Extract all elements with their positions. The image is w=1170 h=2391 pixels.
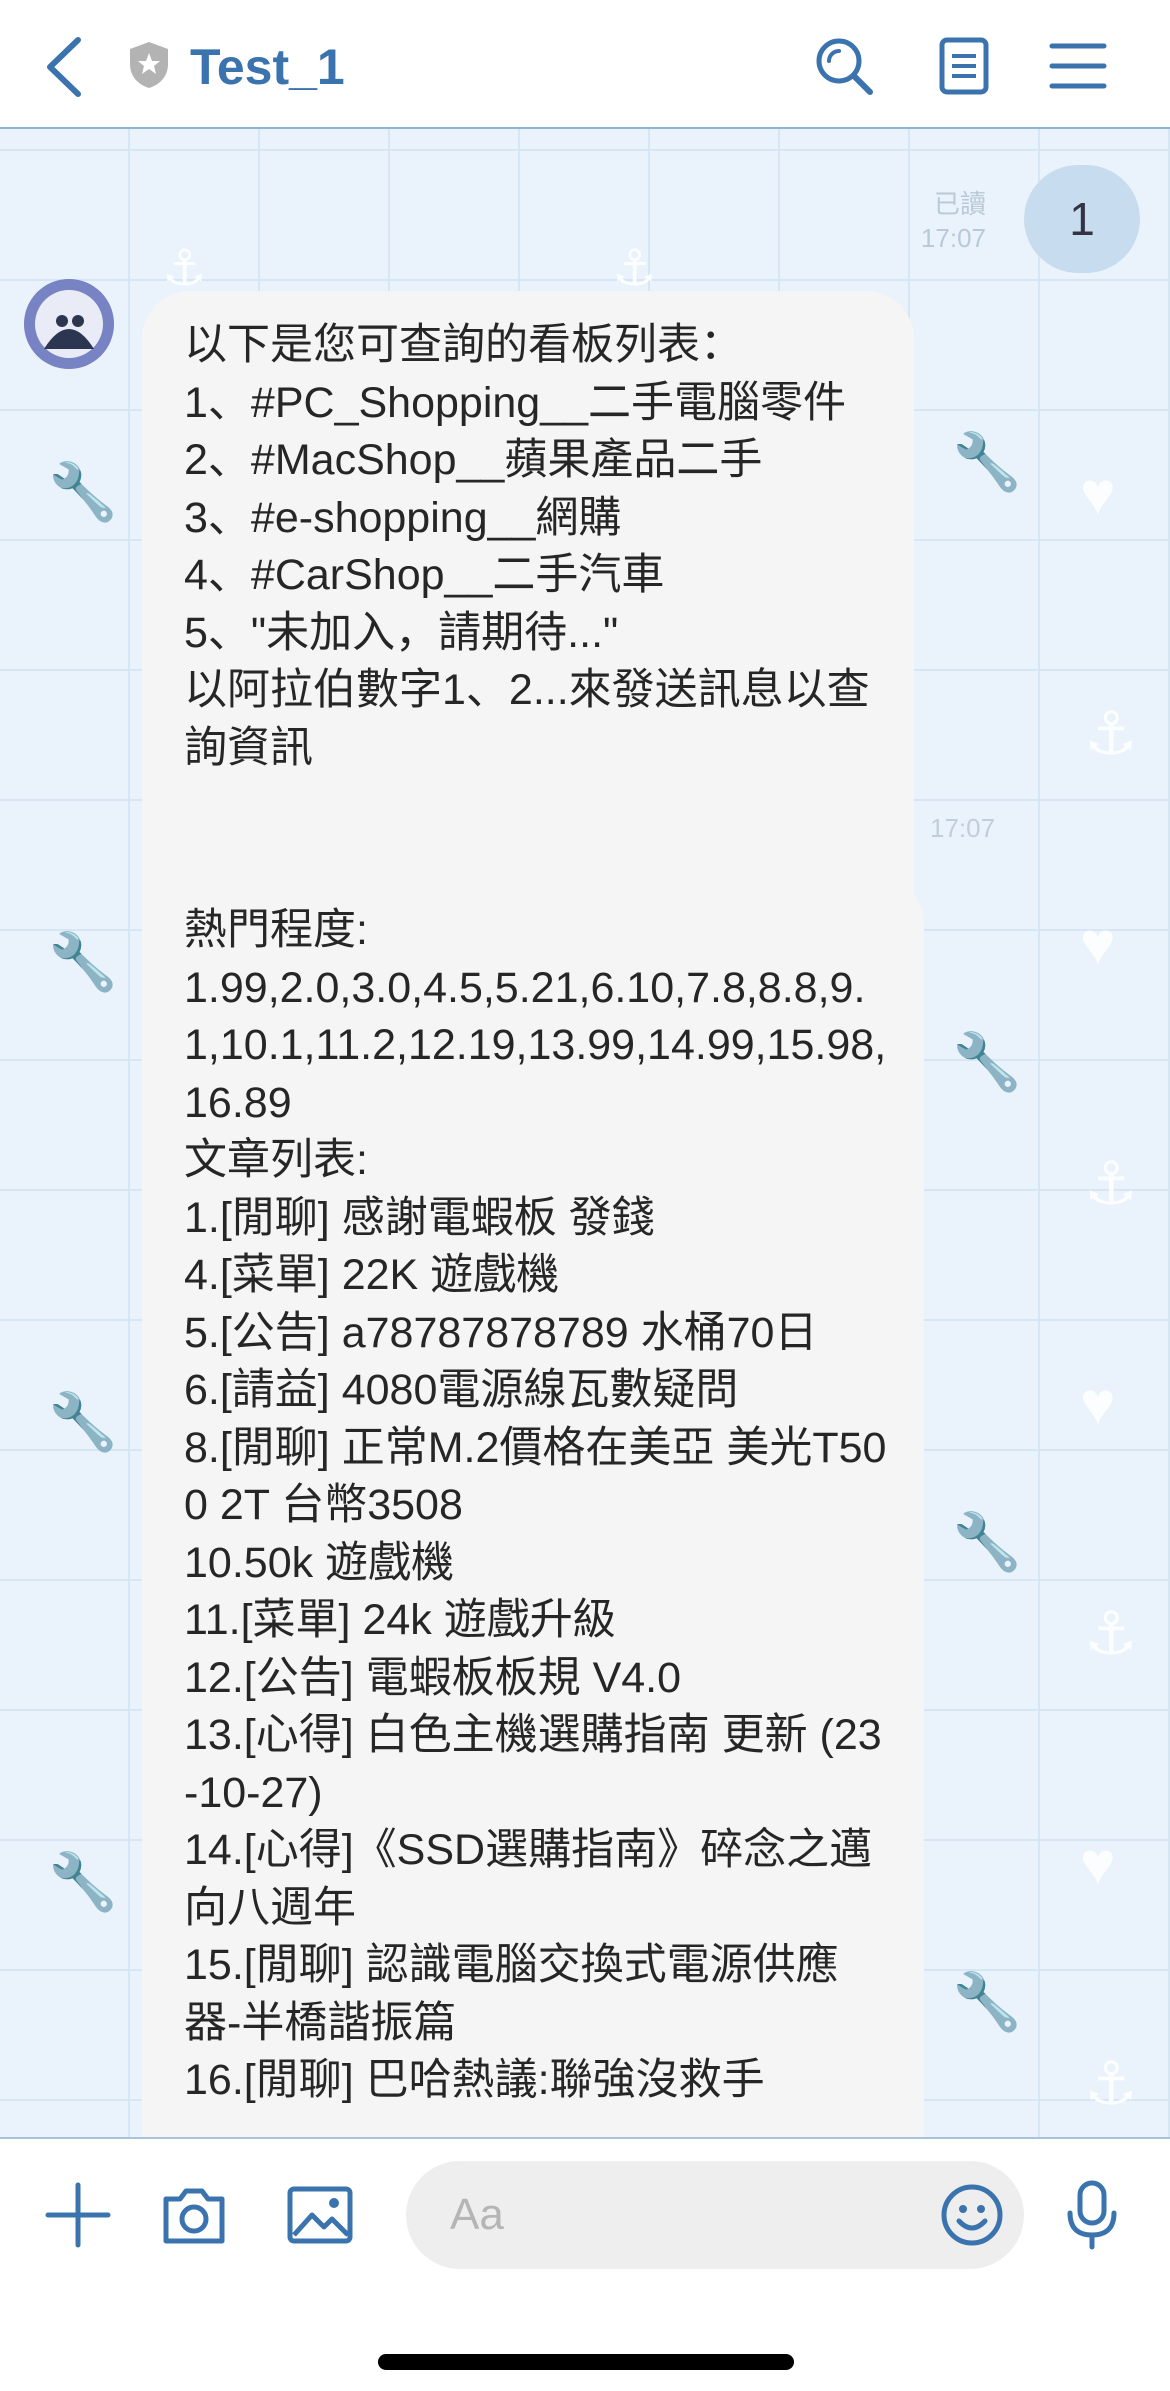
notes-icon[interactable]	[932, 34, 996, 98]
message-line: 16.[閒聊] 巴哈熱議:聯強沒救手	[184, 2056, 765, 2104]
message-line: 熱門程度:	[184, 906, 368, 954]
message-line: 以阿拉伯數字1、2...來發送訊息以查詢資訊	[184, 666, 870, 772]
home-indicator[interactable]	[378, 2354, 794, 2370]
shield-icon	[130, 42, 168, 88]
message-line: 3、#e-shopping__網購	[184, 493, 622, 542]
anchor-icon: ⚓	[612, 240, 657, 296]
heart-icon: ♥	[1080, 910, 1116, 977]
message-line: 14.[心得]《SSD選購指南》碎念之邁向八週年	[184, 1826, 873, 1932]
message-line: 以下是您可查詢的看板列表：	[184, 321, 743, 369]
anchor-icon: ⚓	[1084, 2050, 1138, 2117]
wrench-icon: 🔧	[952, 1510, 1022, 1573]
search-icon[interactable]	[812, 34, 876, 98]
wrench-icon: 🔧	[48, 460, 118, 523]
anchor-icon: ⚓	[1084, 700, 1138, 767]
message-line: 1.[閒聊] 感謝電蝦板 發錢	[184, 1193, 655, 1242]
message-line: 1、#PC_Shopping__二手電腦零件	[184, 378, 847, 427]
wrench-icon: 🔧	[48, 930, 118, 993]
wrench-icon: 🔧	[952, 430, 1022, 493]
message-line: 4.[菜單] 22K 遊戲機	[184, 1251, 560, 1299]
incoming-message-bubble[interactable]: 熱門程度: 1.99,2.0,3.0,4.5,5.21,6.10,7.8,8.8…	[142, 876, 924, 2137]
message-line: 4、#CarShop__二手汽車	[184, 551, 665, 599]
anchor-icon: ⚓	[162, 240, 207, 296]
read-receipt: 已讀 17:07	[920, 189, 986, 253]
wrench-icon: 🔧	[952, 1030, 1022, 1093]
avatar[interactable]	[24, 279, 114, 369]
heart-icon: ♥	[1080, 460, 1116, 527]
wrench-icon: 🔧	[48, 1850, 118, 1913]
microphone-icon[interactable]	[1060, 2179, 1124, 2251]
anchor-icon: ⚓	[1084, 1600, 1138, 1667]
heart-icon: ♥	[1080, 1830, 1116, 1897]
message-line: 12.[公告] 電蝦板板規 V4.0	[184, 1653, 682, 1702]
chat-header: Test_1	[0, 0, 1170, 129]
heart-icon: ♥	[1080, 1370, 1116, 1437]
message-line: 13.[心得] 白色主機選購指南 更新 (23-10-27)	[184, 1711, 882, 1817]
message-line: 2、#MacShop__蘋果產品二手	[184, 436, 763, 484]
camera-icon[interactable]	[158, 2179, 230, 2251]
chat-area[interactable]: ♥ ♥ ♥ ♥ ⚓ ⚓ ⚓ ⚓ ⚓ ⚓ 🔧 🔧 🔧 🔧 🔧 🔧 🔧 🔧 已讀 1…	[0, 129, 1170, 2137]
back-chevron-icon[interactable]	[40, 32, 90, 102]
message-line: 15.[閒聊] 認識電腦交換式電源供應器-半橋諧振篇	[184, 1941, 839, 2047]
message-line: 1.99,2.0,3.0,4.5,5.21,6.10,7.8,8.8,9.1,1…	[184, 963, 887, 1127]
outgoing-message-bubble[interactable]: 1	[1024, 165, 1140, 273]
message-input[interactable]	[406, 2161, 1024, 2269]
chat-title: Test_1	[190, 39, 345, 95]
message-line: 10.50k 遊戲機	[184, 1538, 455, 1587]
message-line: 8.[閒聊] 正常M.2價格在美亞 美光T500 2T 台幣3508	[184, 1423, 887, 1530]
message-line: 5、"未加入，請期待..."	[184, 608, 619, 657]
message-timestamp: 17:07	[930, 813, 996, 843]
plus-icon[interactable]	[42, 2179, 114, 2251]
wrench-icon: 🔧	[48, 1390, 118, 1453]
message-composer	[0, 2137, 1170, 2391]
anchor-icon: ⚓	[1084, 1150, 1138, 1217]
message-line: 5.[公告] a78787878789 水桶70日	[184, 1308, 818, 1357]
menu-icon[interactable]	[1046, 34, 1110, 98]
message-line: 11.[菜單] 24k 遊戲升級	[184, 1596, 616, 1644]
message-line: 6.[請益] 4080電源線瓦數疑問	[184, 1366, 739, 1414]
emoji-icon[interactable]	[940, 2183, 1004, 2247]
image-icon[interactable]	[284, 2179, 356, 2251]
wrench-icon: 🔧	[952, 1970, 1022, 2033]
message-line: 文章列表:	[184, 1136, 368, 1184]
